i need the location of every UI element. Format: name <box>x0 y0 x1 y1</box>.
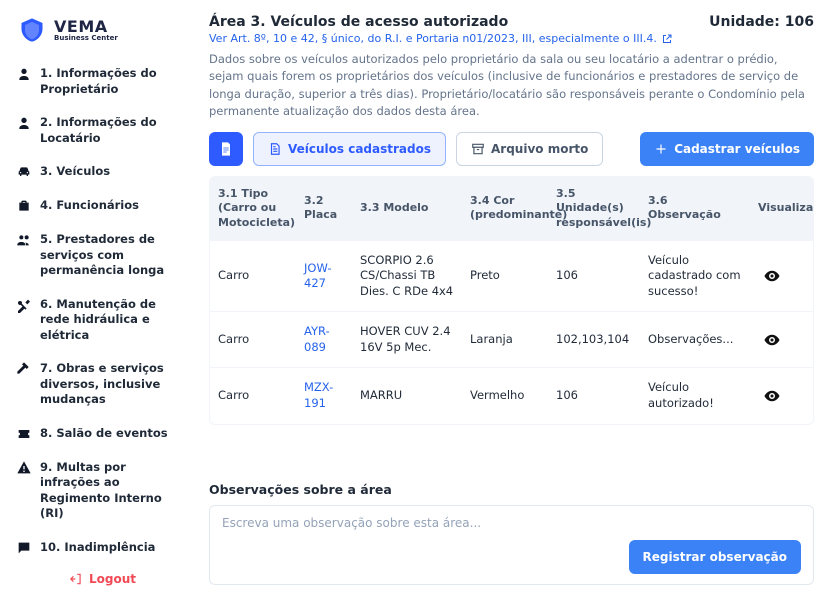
archive-icon <box>471 142 485 156</box>
brand-name: VEMA <box>54 19 118 35</box>
tools-icon <box>16 297 32 313</box>
cell-modelo: SCORPIO 2.6 CS/Chassi TB Dies. C RDe 4x4 <box>352 241 462 312</box>
cell-obs: Observações... <box>640 320 750 360</box>
sidebar-item-label: 1. Informações do Proprietário <box>40 66 189 97</box>
logo: VEMA Business Center <box>10 12 195 58</box>
group-icon <box>16 232 32 248</box>
cell-placa[interactable]: JOW-427 <box>296 249 352 304</box>
hammer-icon <box>16 361 32 377</box>
sidebar: VEMA Business Center 1. Informações do P… <box>0 0 205 595</box>
cell-obs: Veículo autorizado! <box>640 368 750 423</box>
unit-label: Unidade: 106 <box>709 14 814 30</box>
brand-tagline: Business Center <box>54 35 118 42</box>
submit-observation-label: Registrar observação <box>643 550 787 564</box>
add-vehicle-button[interactable]: Cadastrar veículos <box>640 132 814 166</box>
sidebar-item-label: 6. Manutenção de rede hidráulica e elétr… <box>40 297 189 344</box>
sidebar-item-7[interactable]: 8. Salão de eventos <box>10 420 195 448</box>
sidebar-item-label: 8. Salão de eventos <box>40 426 189 442</box>
add-vehicle-label: Cadastrar veículos <box>674 142 800 156</box>
observations-box: Registrar observação <box>209 505 814 585</box>
cell-modelo: HOVER CUV 2.4 16V 5p Mec. <box>352 312 462 367</box>
col-tipo: 3.1 Tipo (Carro ou Motocicleta) <box>210 177 296 240</box>
view-button[interactable] <box>750 375 794 417</box>
view-button[interactable] <box>750 255 794 297</box>
sidebar-item-label: 3. Veículos <box>40 164 189 180</box>
briefcase-icon <box>16 198 32 214</box>
vehicles-table: 3.1 Tipo (Carro ou Motocicleta) 3.2 Plac… <box>209 176 814 425</box>
cell-placa[interactable]: AYR-089 <box>296 312 352 367</box>
cell-unidade: 106 <box>548 376 640 416</box>
page-description: Dados sobre os veículos autorizados pelo… <box>209 51 814 120</box>
sidebar-item-5[interactable]: 6. Manutenção de rede hidráulica e elétr… <box>10 291 195 350</box>
ticket-icon <box>16 426 32 442</box>
reference-link[interactable]: Ver Art. 8º, 10 e 42, § único, do R.I. e… <box>209 32 814 45</box>
sidebar-item-9[interactable]: 10. Inadimplência <box>10 534 195 562</box>
logout-button[interactable]: Logout <box>49 562 156 596</box>
sidebar-item-4[interactable]: 5. Prestadores de serviços com permanênc… <box>10 226 195 285</box>
col-cor: 3.4 Cor (predominante) <box>462 184 548 233</box>
cell-placa[interactable]: MZX-191 <box>296 368 352 423</box>
reference-text: Ver Art. 8º, 10 e 42, § único, do R.I. e… <box>209 32 657 45</box>
table-header: 3.1 Tipo (Carro ou Motocicleta) 3.2 Plac… <box>210 177 813 240</box>
tab-registered-label: Veículos cadastrados <box>288 142 431 156</box>
main: Área 3. Veículos de acesso autorizado Un… <box>205 0 828 595</box>
sidebar-item-label: 4. Funcionários <box>40 198 189 214</box>
view-button[interactable] <box>750 319 794 361</box>
col-obs: 3.6 Observação <box>640 184 750 233</box>
cell-cor: Vermelho <box>462 376 548 416</box>
cell-modelo: MARRU <box>352 376 462 416</box>
cell-tipo: Carro <box>210 376 296 416</box>
user-icon <box>16 115 32 131</box>
car-icon <box>16 164 32 180</box>
chat-icon <box>16 540 32 556</box>
sidebar-item-label: 7. Obras e serviços diversos, inclusive … <box>40 361 189 408</box>
user-icon <box>16 66 32 82</box>
logout-label: Logout <box>89 572 136 586</box>
logout-icon <box>69 572 83 586</box>
col-placa: 3.2 Placa <box>296 184 352 233</box>
cell-cor: Preto <box>462 256 548 296</box>
sidebar-item-label: 5. Prestadores de serviços com permanênc… <box>40 232 189 279</box>
col-unidade: 3.5 Unidade(s) responsável(is) <box>548 177 640 240</box>
tab-archived[interactable]: Arquivo morto <box>456 132 603 166</box>
list-icon <box>268 142 282 156</box>
table-row: CarroMZX-191MARRUVermelho106Veículo auto… <box>210 367 813 423</box>
document-button[interactable] <box>209 132 243 166</box>
external-link-icon <box>661 33 673 45</box>
table-row: CarroAYR-089HOVER CUV 2.4 16V 5p Mec.Lar… <box>210 311 813 367</box>
sidebar-item-label: 9. Multas por infrações ao Regimento Int… <box>40 460 189 522</box>
col-modelo: 3.3 Modelo <box>352 191 462 225</box>
warning-icon <box>16 460 32 476</box>
nav: 1. Informações do Proprietário 2. Informa… <box>10 60 195 562</box>
plus-icon <box>654 142 668 156</box>
document-icon <box>218 141 234 157</box>
logo-icon <box>18 16 46 44</box>
sidebar-item-label: 10. Inadimplência <box>40 540 189 556</box>
observations-title: Observações sobre a área <box>209 482 814 497</box>
sidebar-item-6[interactable]: 7. Obras e serviços diversos, inclusive … <box>10 355 195 414</box>
table-row: CarroJOW-427SCORPIO 2.6 CS/Chassi TB Die… <box>210 240 813 312</box>
col-view: Visualizar <box>750 191 794 225</box>
cell-tipo: Carro <box>210 320 296 360</box>
tab-registered[interactable]: Veículos cadastrados <box>253 132 446 166</box>
submit-observation-button[interactable]: Registrar observação <box>629 540 801 574</box>
page-title: Área 3. Veículos de acesso autorizado <box>209 14 508 30</box>
sidebar-item-2[interactable]: 3. Veículos <box>10 158 195 186</box>
tab-archived-label: Arquivo morto <box>491 142 588 156</box>
observations-input[interactable] <box>222 516 801 530</box>
cell-tipo: Carro <box>210 256 296 296</box>
sidebar-item-0[interactable]: 1. Informações do Proprietário <box>10 60 195 103</box>
sidebar-item-label: 2. Informações do Locatário <box>40 115 189 146</box>
toolbar: Veículos cadastrados Arquivo morto Cadas… <box>209 132 814 166</box>
cell-obs: Veículo cadastrado com sucesso! <box>640 241 750 312</box>
cell-unidade: 106 <box>548 256 640 296</box>
observations-section: Observações sobre a área Registrar obser… <box>209 466 814 585</box>
sidebar-item-3[interactable]: 4. Funcionários <box>10 192 195 220</box>
cell-unidade: 102,103,104 <box>548 320 640 360</box>
sidebar-item-8[interactable]: 9. Multas por infrações ao Regimento Int… <box>10 454 195 528</box>
cell-cor: Laranja <box>462 320 548 360</box>
sidebar-item-1[interactable]: 2. Informações do Locatário <box>10 109 195 152</box>
